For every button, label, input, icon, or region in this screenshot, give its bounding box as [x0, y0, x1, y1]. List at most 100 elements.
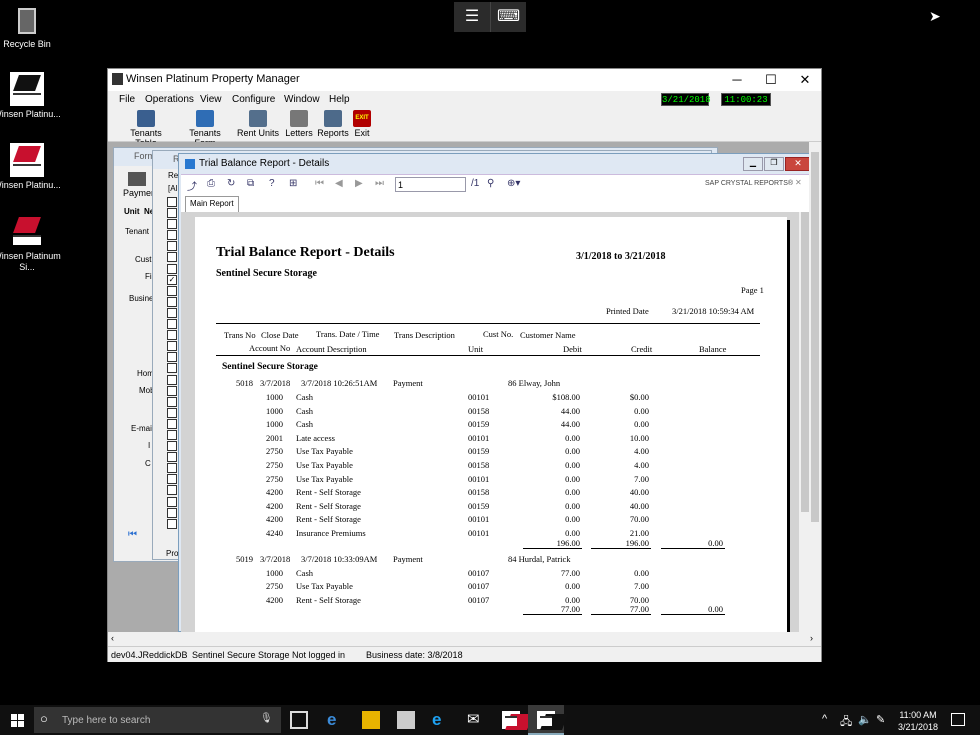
report-checkbox[interactable] — [167, 429, 177, 440]
report-checkbox[interactable] — [167, 518, 177, 529]
print-icon[interactable]: ⎙ — [207, 178, 215, 189]
mdi-scroll-thumb[interactable] — [811, 152, 819, 522]
zoom-icon[interactable]: ⊕▾ — [507, 178, 520, 189]
network-icon[interactable]: 🖧 — [840, 713, 852, 732]
app-title: Winsen Platinum Property Manager — [126, 73, 300, 85]
menu-operations[interactable]: Operations — [145, 94, 194, 105]
rent-units-button[interactable]: Rent Units — [236, 110, 280, 138]
find-icon[interactable]: ⚲ — [487, 178, 494, 189]
desktop-icon-recycle-bin[interactable]: Recycle Bin — [0, 4, 62, 50]
help-icon[interactable]: ? — [269, 178, 275, 189]
report-checkbox[interactable] — [167, 208, 177, 219]
row-cell: 40.00 — [629, 487, 649, 498]
store-icon[interactable] — [397, 711, 415, 729]
maximize-button[interactable]: ☐ — [754, 69, 788, 91]
report-checkbox[interactable] — [167, 374, 177, 385]
report-minimize-button[interactable]: ▁ — [743, 157, 763, 171]
report-checkbox[interactable] — [167, 352, 177, 363]
mdi-vscrollbar[interactable] — [809, 142, 821, 632]
toolbar-label: Letters — [285, 128, 313, 138]
first-page-icon[interactable]: ⏮ — [315, 178, 324, 189]
trans-header-field: 3/7/2018 10:26:51AM — [301, 378, 378, 388]
letters-button[interactable]: Letters — [284, 110, 314, 138]
action-center-icon[interactable] — [951, 713, 965, 726]
group-tree-icon[interactable]: ⊞ — [289, 178, 297, 189]
exit-button[interactable]: EXIT Exit — [352, 110, 372, 138]
prev-page-icon[interactable]: ◀ — [335, 178, 343, 189]
copy-icon[interactable]: ⧉ — [247, 178, 254, 189]
edge-icon[interactable]: e — [327, 711, 345, 729]
microphone-icon[interactable]: 🎙 — [260, 713, 273, 724]
report-checkbox[interactable] — [167, 407, 177, 418]
desktop-icon-platinum-graphics[interactable]: Winsen Platinum Si... — [0, 214, 62, 273]
active-app-taskbar-button[interactable] — [528, 705, 564, 735]
menu-file[interactable]: File — [119, 94, 135, 105]
reports-button[interactable]: Reports — [317, 110, 349, 138]
report-checkbox[interactable] — [167, 285, 177, 296]
scroll-right-icon[interactable]: › — [810, 633, 813, 643]
menu-icon[interactable]: ☰ — [454, 2, 490, 32]
show-hidden-icons-icon[interactable]: ^ — [822, 713, 827, 725]
report-checkbox[interactable] — [167, 296, 177, 307]
minimize-button[interactable]: ─ — [720, 69, 754, 91]
row-cell: 00158 — [468, 487, 490, 498]
first-record-icon[interactable]: ⏮ — [128, 529, 140, 540]
row-cell: 00101 — [468, 473, 490, 484]
sentinel-access-taskbar-icon[interactable] — [502, 711, 520, 729]
windows-start-icon[interactable] — [11, 714, 24, 727]
report-checkbox[interactable] — [167, 441, 177, 452]
report-checkbox[interactable] — [167, 252, 177, 263]
report-checkbox[interactable] — [167, 263, 177, 274]
report-checkbox[interactable] — [167, 230, 177, 241]
menu-view[interactable]: View — [200, 94, 222, 105]
report-checkbox[interactable] — [167, 485, 177, 496]
report-checkbox[interactable] — [167, 452, 177, 463]
report-checkbox[interactable] — [167, 363, 177, 374]
report-checkbox[interactable]: ✓ — [167, 274, 177, 285]
report-checkbox[interactable] — [167, 396, 177, 407]
report-checkbox[interactable] — [167, 307, 177, 318]
report-combo[interactable]: [Al — [168, 184, 177, 193]
file-explorer-icon[interactable] — [362, 711, 380, 729]
volume-icon[interactable]: 🔈 — [858, 713, 872, 726]
taskbar-clock[interactable]: 11:00 AM 3/21/2018 — [895, 709, 941, 733]
report-checkbox[interactable] — [167, 474, 177, 485]
payment-button[interactable]: Paymen — [123, 172, 156, 198]
taskbar-search-box[interactable]: ○ Type here to search 🎙 — [34, 707, 281, 733]
next-page-icon[interactable]: ▶ — [355, 178, 363, 189]
desktop-icon-platinum-manager[interactable]: Winsen Platinu... — [0, 72, 62, 120]
report-checkbox[interactable] — [167, 341, 177, 352]
report-restore-button[interactable]: ❐ — [764, 157, 784, 171]
report-checkbox[interactable] — [167, 330, 177, 341]
last-page-icon[interactable]: ⏭ — [375, 178, 384, 189]
scroll-left-icon[interactable]: ‹ — [111, 633, 114, 643]
report-checkbox[interactable] — [167, 496, 177, 507]
task-view-icon[interactable] — [290, 711, 308, 729]
tab-main-report[interactable]: Main Report — [185, 196, 239, 212]
keyboard-icon[interactable]: ⌨ — [490, 2, 526, 32]
report-checkbox[interactable] — [167, 463, 177, 474]
export-icon[interactable]: ⤴ — [187, 178, 197, 193]
menu-configure[interactable]: Configure — [232, 94, 275, 105]
mdi-hscrollbar[interactable]: ‹ › — [108, 632, 821, 645]
report-close-button[interactable]: ✕ — [785, 157, 811, 171]
internet-explorer-icon[interactable]: e — [432, 711, 450, 729]
desktop-icon-platinum-access[interactable]: Winsen Platinu... — [0, 143, 62, 191]
mail-icon[interactable]: ✉ — [467, 711, 485, 729]
report-checkbox[interactable] — [167, 241, 177, 252]
report-checkbox[interactable] — [167, 385, 177, 396]
brand-close-icon[interactable]: ✕ — [795, 178, 802, 187]
report-checkbox[interactable] — [167, 319, 177, 330]
report-checkbox[interactable] — [167, 219, 177, 230]
menu-window[interactable]: Window — [284, 94, 320, 105]
menu-help[interactable]: Help — [329, 94, 350, 105]
row-cell: 00107 — [468, 581, 490, 592]
page-number-input[interactable] — [395, 177, 466, 192]
report-checkbox[interactable] — [167, 507, 177, 518]
close-button[interactable]: ✕ — [788, 69, 822, 91]
report-checkbox[interactable] — [167, 418, 177, 429]
report-checkbox[interactable] — [167, 197, 177, 207]
pen-workspace-icon[interactable]: ✎ — [876, 713, 885, 726]
report-scroll-thumb[interactable] — [801, 212, 809, 512]
refresh-icon[interactable]: ↻ — [227, 178, 235, 189]
